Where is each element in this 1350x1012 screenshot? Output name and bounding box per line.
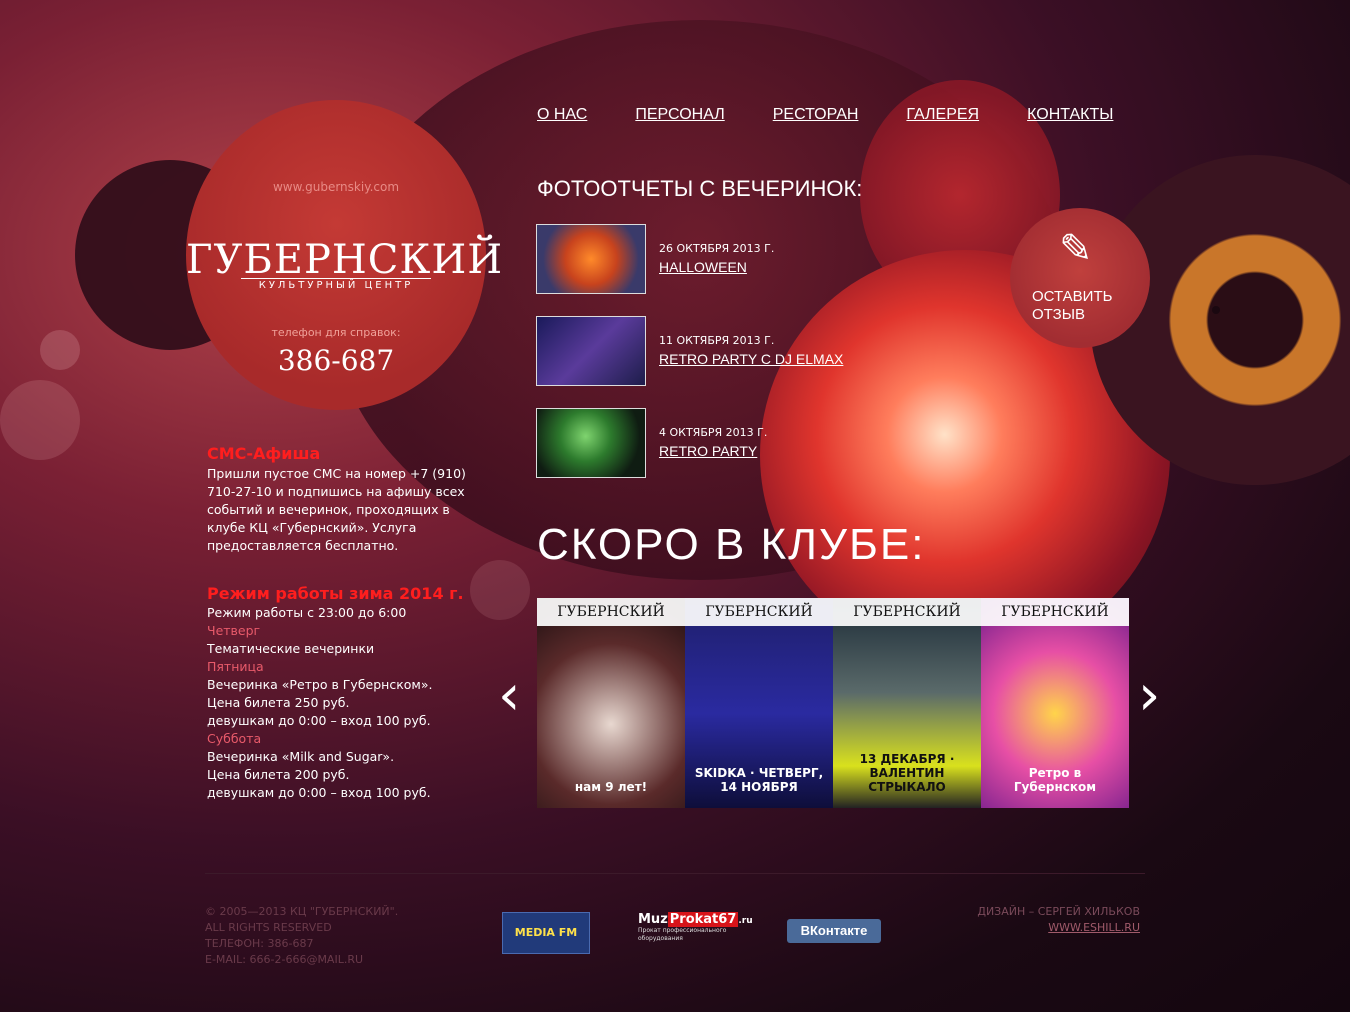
prokat-subtitle: Прокат профессионального оборудования — [638, 927, 727, 942]
nav-item-restaurant[interactable]: РЕСТОРАН — [773, 106, 859, 124]
day-saturday: Суббота — [207, 731, 262, 746]
leave-review-label: ОСТАВИТЬ ОТЗЫВ — [1032, 288, 1113, 323]
main-nav: О НАС ПЕРСОНАЛ РЕСТОРАН ГАЛЕРЕЯ КОНТАКТЫ — [537, 106, 1113, 124]
event-poster[interactable]: ГУБЕРНСКИЙ Ретро в Губернском — [981, 598, 1129, 808]
muzprokat-logo[interactable]: Muz Prokat67 .ru Прокат профессионального … — [638, 912, 753, 946]
working-hours-title: Режим работы зима 2014 г. — [207, 584, 464, 603]
design-credit: ДИЗАЙН – СЕРГЕЙ ХИЛЬКОВ — [977, 905, 1140, 918]
upcoming-carousel: ГУБЕРНСКИЙ нам 9 лет! ГУБЕРНСКИЙ SKIDKA … — [537, 598, 1130, 808]
logo-block[interactable]: www.gubernskiy.com ГУБЕРНСКИЙ КУЛЬТУРНЫЙ… — [186, 100, 504, 410]
poster-header: ГУБЕРНСКИЙ — [981, 598, 1129, 626]
poster-header: ГУБЕРНСКИЙ — [833, 598, 981, 626]
footer-copyright: © 2005—2013 КЦ "ГУБЕРНСКИЙ". ALL RIGHTS … — [205, 904, 398, 968]
chevron-left-icon[interactable]: ‹ — [498, 668, 520, 724]
vinyl-hole — [1212, 306, 1220, 314]
day-line: девушкам до 0:00 – вход 100 руб. — [207, 713, 431, 728]
day-line: Вечеринка «Milk and Sugar». — [207, 749, 395, 764]
hours-general: Режим работы с 23:00 до 6:00 — [207, 605, 407, 620]
leave-review-button[interactable]: ✎ ОСТАВИТЬ ОТЗЫВ — [1010, 208, 1150, 348]
footer-line: © 2005—2013 КЦ "ГУБЕРНСКИЙ". — [205, 905, 399, 918]
nav-item-contacts[interactable]: КОНТАКТЫ — [1027, 106, 1113, 124]
poster-text: SKIDKA · ЧЕТВЕРГ, 14 НОЯБРЯ — [694, 766, 824, 794]
working-hours: Режим работы с 23:00 до 6:00 Четверг Тем… — [207, 604, 497, 802]
bokeh-light — [40, 330, 80, 370]
footer-design: ДИЗАЙН – СЕРГЕЙ ХИЛЬКОВ WWW.ESHILL.RU — [977, 904, 1140, 936]
event-poster[interactable]: ГУБЕРНСКИЙ SKIDKA · ЧЕТВЕРГ, 14 НОЯБРЯ — [685, 598, 833, 808]
poster-header: ГУБЕРНСКИЙ — [537, 598, 685, 626]
vkontakte-button[interactable]: ВКонтакте — [787, 919, 881, 943]
report-date: 11 ОКТЯБРЯ 2013 Г. — [659, 334, 775, 347]
day-thursday: Четверг — [207, 623, 261, 638]
phone-number: 386-687 — [277, 344, 395, 377]
poster-text: нам 9 лет! — [574, 780, 648, 794]
report-thumbnail[interactable] — [536, 408, 646, 478]
report-thumbnail[interactable] — [536, 224, 646, 294]
report-link[interactable]: RETRO PARTY — [659, 443, 757, 459]
footer-divider — [205, 873, 1145, 874]
poster-header: ГУБЕРНСКИЙ — [685, 598, 833, 626]
logo-subtitle: КУЛЬТУРНЫЙ ЦЕНТР — [241, 278, 431, 291]
footer-line: ТЕЛЕФОН: 386-687 — [205, 937, 314, 950]
prokat-name: Prokat67 — [667, 912, 739, 927]
day-line: Цена билета 250 руб. — [207, 695, 350, 710]
pen-icon: ✎ — [1059, 226, 1093, 272]
report-link[interactable]: HALLOWEEN — [659, 259, 747, 275]
logo-name: ГУБЕРНСКИЙ — [186, 237, 504, 283]
designer-link[interactable]: WWW.ESHILL.RU — [1048, 921, 1140, 934]
sms-afisha-text: Пришли пустое СМС на номер +7 (910) 710-… — [207, 466, 466, 553]
prokat-muz: Muz — [638, 912, 668, 927]
day-line: Цена билета 200 руб. — [207, 767, 350, 782]
day-friday: Пятница — [207, 659, 264, 674]
day-line: Тематические вечеринки — [207, 641, 375, 656]
poster-text: 13 ДЕКАБРЯ · ВАЛЕНТИН СТРЫКАЛО — [859, 752, 955, 794]
nav-item-gallery[interactable]: ГАЛЕРЕЯ — [906, 106, 979, 124]
chevron-right-icon[interactable]: › — [1138, 668, 1160, 724]
phone-label: телефон для справок: — [271, 326, 401, 339]
poster-text: Ретро в Губернском — [1013, 766, 1097, 794]
report-link[interactable]: RETRO PARTY C DJ ELMAX — [659, 351, 843, 367]
upcoming-title: СКОРО В КЛУБЕ: — [537, 520, 926, 569]
media-fm-logo[interactable]: MEDIA FM — [502, 912, 590, 954]
background — [0, 0, 1350, 1012]
bokeh-light — [0, 380, 80, 460]
footer-line: ALL RIGHTS RESERVED — [205, 921, 332, 934]
site-url: www.gubernskiy.com — [272, 180, 400, 194]
report-date: 26 ОКТЯБРЯ 2013 Г. — [659, 242, 775, 255]
event-poster[interactable]: ГУБЕРНСКИЙ 13 ДЕКАБРЯ · ВАЛЕНТИН СТРЫКАЛ… — [833, 598, 981, 808]
nav-item-about[interactable]: О НАС — [537, 106, 587, 124]
report-thumbnail[interactable] — [536, 316, 646, 386]
day-line: Вечеринка «Ретро в Губернском». — [207, 677, 433, 692]
prokat-tld: .ru — [738, 916, 753, 926]
nav-item-staff[interactable]: ПЕРСОНАЛ — [635, 106, 724, 124]
event-poster[interactable]: ГУБЕРНСКИЙ нам 9 лет! — [537, 598, 685, 808]
day-line: девушкам до 0:00 – вход 100 руб. — [207, 785, 431, 800]
report-date: 4 ОКТЯБРЯ 2013 Г. — [659, 426, 768, 439]
sms-afisha-title: СМС-Афиша — [207, 444, 321, 463]
photo-reports-title: ФОТООТЧЕТЫ С ВЕЧЕРИНОК: — [537, 176, 863, 201]
footer-line: E-MAIL: 666-2-666@MAIL.RU — [205, 953, 364, 966]
